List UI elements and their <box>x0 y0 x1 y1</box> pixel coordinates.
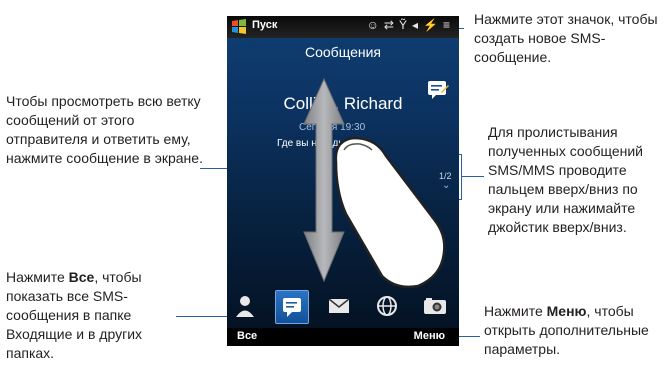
status-bar: Пуск ☺⇄Ỹ◂⚡≡ <box>227 16 459 38</box>
softkey-all[interactable]: Все <box>237 330 257 342</box>
tab-bar <box>227 286 459 326</box>
signal-icon[interactable]: Ỹ <box>399 18 412 32</box>
softkey-bar: Все Меню <box>227 328 459 346</box>
message-bubble-icon <box>283 298 301 317</box>
start-label[interactable]: Пуск <box>252 19 277 31</box>
camera-icon <box>424 298 446 314</box>
windows-logo-icon[interactable] <box>231 19 247 35</box>
tab-camera[interactable] <box>419 290 451 322</box>
callout-menu-pre: Нажмите <box>484 303 547 319</box>
tab-contacts[interactable] <box>229 290 261 322</box>
tab-email[interactable] <box>323 290 355 322</box>
callout-new-sms: Нажмите этот значок, чтобы создать новое… <box>474 11 658 65</box>
callout-menu-bold: Меню <box>546 303 587 319</box>
callout-menu: Нажмите Меню, чтобы открыть дополнительн… <box>484 302 654 359</box>
callout-thread: Чтобы просмотреть всю ветку сообщений от… <box>6 93 203 166</box>
softkey-menu[interactable]: Меню <box>414 330 445 342</box>
status-icons: ☺⇄Ỹ◂⚡≡ <box>367 18 455 32</box>
chevron-down-icon: ⌄ <box>442 180 451 191</box>
callout-all-pre: Нажмите <box>6 269 69 285</box>
phone-screen: Пуск ☺⇄Ỹ◂⚡≡ Сообщения Collins, Richard С… <box>227 16 459 346</box>
tab-messages[interactable] <box>275 290 309 324</box>
message-preview[interactable]: Где вы находитесь? <box>277 138 370 149</box>
callout-all: Нажмите Все, чтобы показать все SMS-сооб… <box>6 268 191 363</box>
battery-icon[interactable]: ⚡ <box>423 18 443 32</box>
message-time[interactable]: Сегодня 19:30 <box>299 122 365 133</box>
volume-icon[interactable]: ◂ <box>412 18 423 32</box>
scroll-bracket <box>461 154 462 200</box>
tab-internet[interactable] <box>371 290 403 322</box>
connection-icon[interactable]: ⇄ <box>384 18 399 32</box>
envelope-icon <box>328 298 350 313</box>
callout-scroll: Для пролистывания полученных сообщений S… <box>488 124 643 235</box>
person-icon <box>236 296 254 317</box>
leader-scroll <box>462 176 484 177</box>
screen-title: Сообщения <box>305 44 381 60</box>
sender-name[interactable]: Collins, Richard <box>227 94 459 114</box>
menu-icon[interactable]: ≡ <box>443 18 455 32</box>
notification-icon[interactable]: ☺ <box>367 18 384 32</box>
globe-icon <box>377 296 397 316</box>
callout-all-bold: Все <box>68 269 95 285</box>
